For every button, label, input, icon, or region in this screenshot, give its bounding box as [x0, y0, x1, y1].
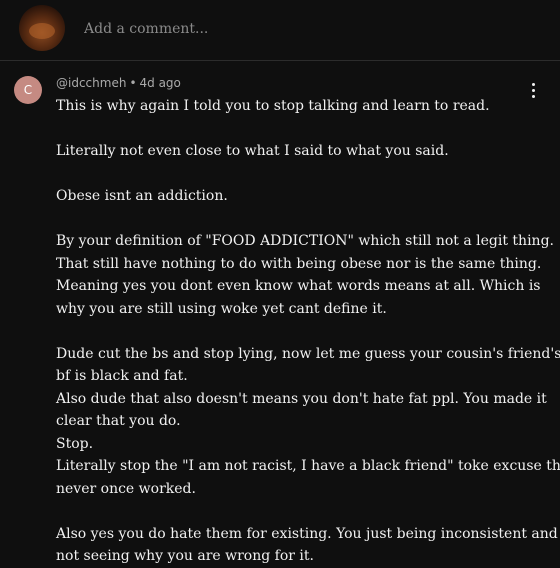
comment-line: Also yes you do hate them for existing. …	[56, 525, 558, 542]
comment-blank-line	[56, 118, 546, 141]
meta-separator: •	[129, 76, 137, 90]
comment-line: That still have nothing to do with being…	[56, 255, 542, 272]
comment-line: Dude cut the bs and stop lying, now let …	[56, 345, 560, 362]
comment-composer	[0, 0, 560, 61]
user-avatar[interactable]	[19, 5, 65, 51]
add-comment-input[interactable]	[84, 18, 504, 40]
comment-blank-line	[56, 208, 546, 231]
comment-blank-line	[56, 500, 546, 523]
comment-line: not seeing why you are wrong for it.	[56, 548, 314, 564]
comment-line: This is why again I told you to stop tal…	[56, 98, 490, 114]
comment-author[interactable]: @idcchmeh	[56, 76, 126, 90]
comment-line: clear that you do.	[56, 413, 181, 429]
comment-text: This is why again I told you to stop tal…	[56, 95, 560, 568]
avatar-letter: C	[23, 83, 33, 97]
comment-line: never once worked.	[56, 480, 196, 497]
comment-blank-line	[56, 320, 546, 343]
comment-line: Stop.	[56, 435, 94, 452]
comment-line: bf is black and fat.	[56, 368, 188, 384]
comment-line: Also dude that also doesn't means you do…	[56, 390, 547, 407]
comment-line: Literally stop the "I am not racist, I h…	[56, 458, 560, 474]
comment-blank-line	[56, 163, 546, 186]
comment-line: why you are still using woke yet cant de…	[56, 300, 387, 317]
comment-line: By your definition of "FOOD ADDICTION" w…	[56, 233, 554, 249]
commenter-avatar[interactable]: C	[14, 76, 42, 104]
comment-line: Meaning yes you dont even know what word…	[56, 278, 541, 294]
comment-time[interactable]: 4d ago	[140, 76, 181, 90]
comment-line: Literally not even close to what I said …	[56, 143, 449, 159]
comment-line: Obese isnt an addiction.	[56, 188, 228, 204]
comment-meta: @idcchmeh • 4d ago	[56, 76, 181, 90]
